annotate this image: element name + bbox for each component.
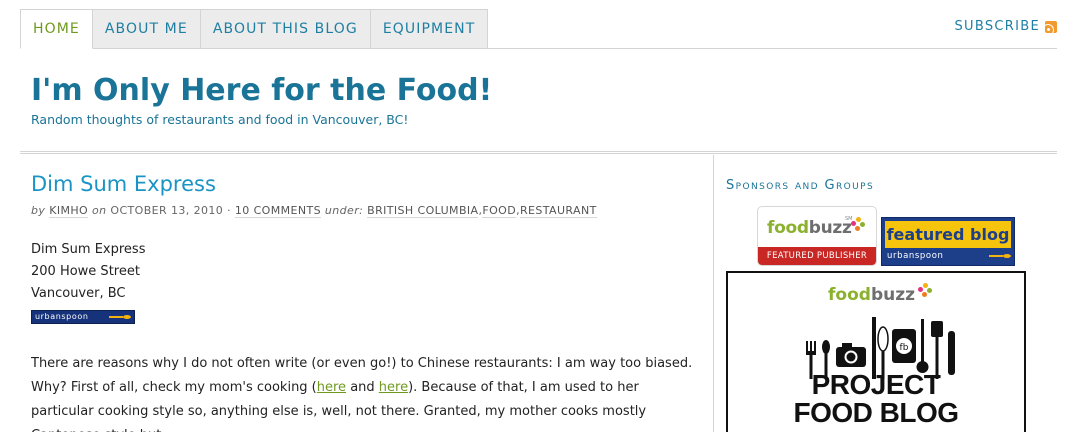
featured-blog-sub: urbanspoon	[887, 250, 1011, 262]
category-link-restaurant[interactable]: RESTAURANT	[520, 204, 597, 218]
fb-mark: fb	[900, 343, 909, 353]
address-line: Dim Sum Express	[31, 242, 146, 257]
site-tagline: Random thoughts of restaurants and food …	[31, 112, 409, 127]
pfb-line-2: FOOD BLOG	[793, 397, 959, 428]
foodbuzz-dots-icon	[918, 283, 932, 297]
urbanspoon-featured-blog-badge[interactable]: featured blog urbanspoon	[881, 217, 1015, 266]
header-divider	[20, 151, 1057, 154]
column-divider	[713, 155, 714, 432]
subscribe-label: SUBSCRIBE	[954, 19, 1040, 34]
comments-link[interactable]: 10 COMMENTS	[234, 204, 321, 218]
post-title[interactable]: Dim Sum Express	[31, 172, 696, 196]
urbanspoon-badge-label: urbanspoon	[35, 312, 89, 321]
foodbuzz-logo: foodbuzz	[828, 285, 915, 305]
featured-blog-label: featured blog	[885, 221, 1011, 248]
post-body: There are reasons why I do not often wri…	[31, 352, 696, 432]
project-food-blog-banner[interactable]: foodbuzz fb PROJECT FOOD BLOG	[726, 271, 1026, 432]
tab-equipment[interactable]: EQUIPMENT	[370, 9, 489, 49]
tab-about-this-blog[interactable]: ABOUT THIS BLOG	[200, 9, 371, 49]
byline-by: by	[31, 204, 46, 217]
foodbuzz-featured-publisher-badge[interactable]: foodbuzz SM FEATURED PUBLISHER	[757, 206, 877, 266]
subscribe-link[interactable]: SUBSCRIBE	[954, 19, 1057, 34]
spoon-icon	[989, 254, 1011, 258]
byline-separator: ·	[227, 204, 231, 217]
mom-cooking-link-2[interactable]: here	[379, 380, 408, 395]
sidebar-heading: Sponsors and Groups	[726, 178, 875, 193]
category-link-food[interactable]: FOOD	[482, 204, 517, 218]
tab-about-me[interactable]: ABOUT ME	[92, 9, 201, 49]
nav-tabs: HOME ABOUT ME ABOUT THIS BLOG EQUIPMENT	[20, 9, 1057, 49]
address-line: 200 Howe Street	[31, 264, 140, 279]
foodbuzz-dots-icon	[851, 217, 865, 231]
byline-under: under:	[324, 204, 364, 217]
featured-blog-urbanspoon-label: urbanspoon	[887, 251, 944, 261]
body-text: and	[346, 380, 379, 395]
post: Dim Sum Express by KIMHO on OCTOBER 13, …	[31, 172, 696, 432]
author-link[interactable]: KIMHO	[49, 204, 89, 218]
site-title[interactable]: I'm Only Here for the Food!	[31, 73, 492, 108]
address-line: Vancouver, BC	[31, 286, 126, 301]
pfb-line-1: PROJECT	[811, 369, 941, 400]
urbanspoon-badge[interactable]: urbanspoon	[31, 310, 135, 324]
rss-icon	[1045, 20, 1057, 33]
foodbuzz-logo: foodbuzz	[767, 218, 852, 238]
mom-cooking-link-1[interactable]: here	[317, 380, 346, 395]
restaurant-address: Dim Sum Express 200 Howe Street Vancouve…	[31, 239, 696, 327]
post-date: OCTOBER 13, 2010	[110, 204, 224, 217]
spoon-icon	[109, 315, 131, 319]
top-nav: HOME ABOUT ME ABOUT THIS BLOG EQUIPMENT …	[20, 9, 1057, 49]
project-food-blog-title: PROJECT FOOD BLOG	[728, 371, 1024, 427]
featured-publisher-label: FEATURED PUBLISHER	[758, 247, 876, 265]
post-byline: by KIMHO on OCTOBER 13, 2010 · 10 COMMEN…	[31, 204, 597, 218]
tab-home[interactable]: HOME	[20, 9, 93, 49]
category-link-british-columbia[interactable]: BRITISH COLUMBIA	[367, 204, 479, 218]
byline-on: on	[92, 204, 107, 217]
